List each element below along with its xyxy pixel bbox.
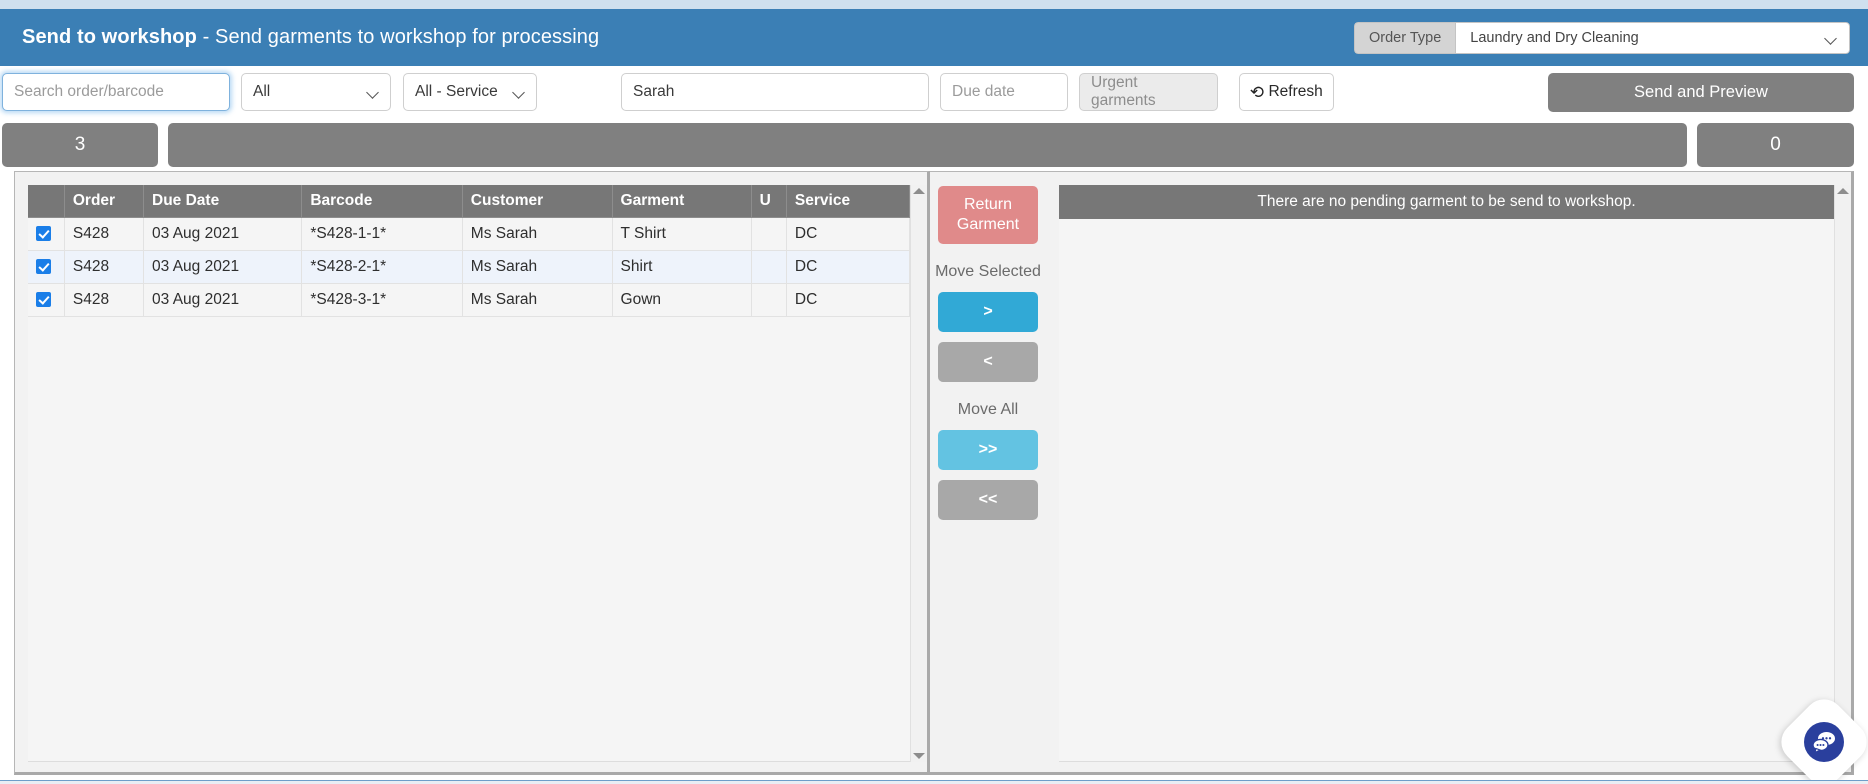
scroll-up-icon[interactable]: [1837, 188, 1849, 194]
chevron-down-icon: [367, 86, 379, 98]
top-accent-strip: [0, 0, 1868, 9]
column-header-u[interactable]: U: [751, 185, 787, 218]
urgent-garments-field[interactable]: Urgent garments: [1079, 73, 1218, 111]
order-type-label: Order Type: [1354, 21, 1456, 54]
cell-u: [751, 217, 787, 251]
cell-order: S428: [64, 217, 145, 251]
table-row[interactable]: S428 03 Aug 2021 *S428-2-1* Ms Sarah Shi…: [28, 250, 910, 284]
chevron-down-icon: [1825, 32, 1837, 44]
cell-garment: Shirt: [612, 250, 752, 284]
pending-empty-message: There are no pending garment to be send …: [1059, 185, 1834, 219]
cell-customer: Ms Sarah: [462, 250, 613, 284]
scroll-down-icon[interactable]: [913, 753, 925, 759]
row-checkbox[interactable]: [36, 292, 51, 308]
order-type-select[interactable]: Laundry and Dry Cleaning: [1455, 21, 1850, 54]
move-selected-label: Move Selected: [935, 263, 1041, 280]
order-filter-select[interactable]: All: [241, 73, 391, 111]
page-title-sub: Send garments to workshop for processing: [215, 26, 600, 48]
refresh-icon: ⟳: [1250, 82, 1265, 102]
cell-customer: Ms Sarah: [462, 283, 613, 317]
page-header: Send to workshop - Send garments to work…: [0, 9, 1868, 66]
cell-due-date: 03 Aug 2021: [143, 217, 303, 251]
column-header-barcode[interactable]: Barcode: [301, 185, 463, 218]
table-header-row: Order Due Date Barcode Customer Garment …: [28, 185, 910, 218]
refresh-label: Refresh: [1268, 83, 1323, 100]
column-header-service[interactable]: Service: [786, 185, 910, 218]
column-header-order[interactable]: Order: [64, 185, 145, 218]
column-header-customer[interactable]: Customer: [462, 185, 613, 218]
row-checkbox[interactable]: [36, 259, 51, 275]
row-checkbox-cell[interactable]: [28, 250, 65, 284]
selected-count-badge: 3: [2, 122, 158, 167]
cell-service: DC: [786, 283, 910, 317]
pending-list-body: [1059, 219, 1834, 761]
cell-garment: Gown: [612, 283, 752, 317]
cell-order: S428: [64, 250, 145, 284]
bottom-divider: [0, 780, 1868, 784]
cell-barcode: *S428-1-1*: [301, 217, 463, 251]
cell-due-date: 03 Aug 2021: [143, 250, 303, 284]
chat-bubbles-icon: [1804, 722, 1844, 762]
table-row[interactable]: S428 03 Aug 2021 *S428-1-1* Ms Sarah T S…: [28, 217, 910, 251]
move-all-right-button[interactable]: >>: [938, 429, 1038, 470]
move-selected-left-button[interactable]: <: [938, 341, 1038, 382]
send-to-workshop-page: Send to workshop - Send garments to work…: [0, 0, 1868, 784]
cell-order: S428: [64, 283, 145, 317]
cell-garment: T Shirt: [612, 217, 752, 251]
cell-customer: Ms Sarah: [462, 217, 613, 251]
send-and-preview-button[interactable]: Send and Preview: [1548, 72, 1854, 112]
column-header-garment[interactable]: Garment: [612, 185, 752, 218]
left-table-scrollbar[interactable]: [910, 185, 927, 762]
refresh-button[interactable]: ⟳ Refresh: [1239, 73, 1334, 111]
row-checkbox[interactable]: [36, 226, 51, 242]
row-checkbox-cell[interactable]: [28, 283, 65, 317]
move-all-label: Move All: [957, 400, 1019, 418]
row-checkbox-cell[interactable]: [28, 217, 65, 251]
chat-bubbles-glyph: [1812, 732, 1835, 754]
filter-toolbar: Search order/barcode All All - Service S…: [0, 66, 1868, 118]
search-input[interactable]: Search order/barcode: [2, 73, 230, 111]
transfer-buttons-panel: Return Garment Move Selected > < Move Al…: [930, 171, 1046, 775]
pending-count-badge: 0: [1697, 122, 1854, 167]
pending-garments-panel: There are no pending garment to be send …: [1046, 171, 1854, 775]
chevron-down-icon: [513, 86, 525, 98]
order-filter-value: All: [253, 83, 271, 100]
cell-barcode: *S428-2-1*: [301, 250, 463, 284]
table-row[interactable]: S428 03 Aug 2021 *S428-3-1* Ms Sarah Gow…: [28, 283, 910, 317]
order-type-value: Laundry and Dry Cleaning: [1470, 29, 1639, 46]
return-garment-button[interactable]: Return Garment: [938, 186, 1038, 244]
cell-service: DC: [786, 217, 910, 251]
service-filter-select[interactable]: All - Service: [403, 73, 537, 111]
move-all-left-button[interactable]: <<: [938, 479, 1038, 520]
page-title-dash: -: [196, 26, 216, 48]
customer-input[interactable]: Sarah: [621, 73, 929, 111]
scroll-up-icon[interactable]: [913, 188, 925, 194]
service-filter-value: All - Service: [415, 83, 498, 100]
page-title: Send to workshop - Send garments to work…: [22, 26, 599, 49]
cell-due-date: 03 Aug 2021: [143, 283, 303, 317]
right-list-scrollbar[interactable]: [1834, 185, 1851, 762]
cell-u: [751, 250, 787, 284]
counter-middle-bar: [168, 122, 1687, 167]
counters-row: 3 0: [0, 118, 1868, 171]
garments-table-wrapper: Order Due Date Barcode Customer Garment …: [28, 185, 910, 762]
cell-service: DC: [786, 250, 910, 284]
available-garments-panel: Order Due Date Barcode Customer Garment …: [14, 171, 930, 775]
garments-table: Order Due Date Barcode Customer Garment …: [28, 185, 910, 317]
column-header-due-date[interactable]: Due Date: [143, 185, 303, 218]
column-header-select[interactable]: [28, 185, 65, 218]
due-date-input[interactable]: Due date: [940, 73, 1068, 111]
order-type-group: Order Type Laundry and Dry Cleaning: [1354, 21, 1850, 54]
page-title-main: Send to workshop: [22, 26, 197, 48]
pending-list-wrapper: There are no pending garment to be send …: [1059, 185, 1834, 762]
main-content: Order Due Date Barcode Customer Garment …: [0, 171, 1868, 784]
move-selected-right-button[interactable]: >: [938, 291, 1038, 332]
cell-u: [751, 283, 787, 317]
cell-barcode: *S428-3-1*: [301, 283, 463, 317]
